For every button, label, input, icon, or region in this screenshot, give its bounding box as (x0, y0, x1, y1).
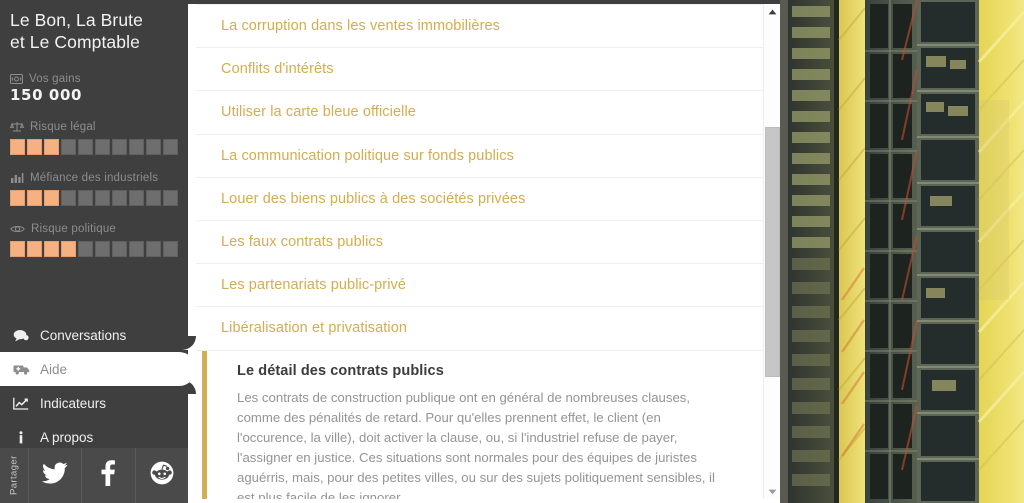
eye-icon (10, 224, 25, 234)
sidebar-item-label: Indicateurs (40, 395, 107, 411)
scroll-down-arrow-icon[interactable] (764, 484, 781, 499)
app-root: Le Bon, La Brute et Le Comptable Vos gai… (0, 0, 1024, 503)
indicator-mefiance-industriels: Méfiance des industriels (0, 172, 188, 206)
indicator-label: Méfiance des industriels (30, 171, 159, 184)
gains-label-row: Vos gains (10, 73, 178, 85)
topic-label: Les partenariats public-privé (221, 277, 407, 294)
scrollbar-thumb[interactable] (765, 127, 780, 377)
indicator-label-row: Risque politique (10, 223, 178, 235)
brand-line-1: Le Bon, La Brute (10, 10, 143, 30)
indicator-label-row: Risque légal (10, 121, 178, 133)
gains-metric: Vos gains 150 000 (0, 73, 188, 104)
reddit-icon (150, 461, 174, 490)
line-chart-icon (12, 397, 30, 410)
sidebar-item-conversations[interactable]: Conversations (0, 318, 188, 352)
bar-chart-icon (10, 172, 24, 184)
content-panel: La corruption dans les ventes immobilièr… (188, 0, 780, 503)
topic-list-item[interactable]: Les partenariats public-privé (196, 264, 763, 308)
share-reddit-button[interactable] (134, 448, 188, 503)
indicator-risque-legal: Risque légal (0, 121, 188, 155)
indicator-label: Risque légal (30, 120, 96, 133)
topic-label: Utiliser la carte bleue officielle (221, 104, 416, 121)
content-scrollbar[interactable] (763, 4, 780, 499)
help-icon (12, 363, 30, 375)
share-twitter-button[interactable] (28, 448, 81, 503)
sidebar-item-aide[interactable]: Aide (0, 352, 196, 386)
topic-label: La corruption dans les ventes immobilièr… (221, 18, 501, 35)
indicator-bars (10, 240, 178, 257)
banknote-icon (10, 73, 23, 84)
detail-title: Le détail des contrats publics (237, 362, 444, 379)
active-tab-notch-top (182, 336, 196, 350)
scroll-up-arrow-icon[interactable] (764, 4, 781, 19)
topic-list-item[interactable]: Louer des biens publics à des sociétés p… (196, 178, 763, 221)
topic-list-item[interactable]: Les faux contrats publics (196, 221, 763, 265)
sidebar-nav: Conversations Aide Indicateurs A propos (0, 318, 196, 454)
scales-icon (10, 121, 24, 133)
topic-label: Conflits d'intérêts (221, 61, 334, 78)
sidebar-item-label: Conversations (40, 327, 127, 343)
indicator-bars (10, 138, 178, 155)
info-icon (12, 430, 30, 444)
topic-label: Libéralisation et privatisation (221, 320, 408, 337)
content-top-strip (188, 0, 780, 4)
topic-list-scroll-area[interactable]: La corruption dans les ventes immobilièr… (196, 4, 763, 499)
share-bar: Partager (0, 448, 188, 503)
indicator-risque-politique: Risque politique (0, 223, 188, 257)
twitter-icon (42, 462, 68, 489)
skyscraper-illustration (780, 0, 1024, 503)
sidebar: Le Bon, La Brute et Le Comptable Vos gai… (0, 0, 196, 503)
topic-list-item[interactable]: Utiliser la carte bleue officielle (196, 91, 763, 135)
sidebar-item-label: Aide (40, 361, 68, 377)
indicator-label-row: Méfiance des industriels (10, 172, 178, 184)
detail-body: Les contrats de construction publique on… (237, 389, 715, 500)
chat-icon (12, 329, 30, 342)
gains-value: 150 000 (10, 85, 83, 104)
topic-list-item[interactable]: La corruption dans les ventes immobilièr… (196, 5, 763, 49)
topic-list-item[interactable]: Conflits d'intérêts (196, 48, 763, 92)
topic-list-item[interactable]: Libéralisation et privatisation (196, 307, 763, 351)
sidebar-item-label: A propos (40, 429, 94, 445)
share-facebook-button[interactable] (81, 448, 134, 503)
topic-list-item[interactable]: La communication politique sur fonds pub… (196, 135, 763, 178)
expanded-topic-detail: Le détail des contrats publics Les contr… (202, 350, 763, 500)
facebook-icon (101, 460, 116, 491)
sidebar-item-indicateurs[interactable]: Indicateurs (0, 386, 188, 420)
topic-label: Les faux contrats publics (221, 234, 384, 251)
brand-line-2: et Le Comptable (10, 32, 140, 53)
brand-title: Le Bon, La Brute et Le Comptable (0, 0, 188, 54)
gains-label: Vos gains (29, 72, 81, 85)
hero-svg (780, 0, 1024, 503)
topic-label: La communication politique sur fonds pub… (221, 147, 514, 164)
share-label: Partager (8, 455, 20, 496)
topic-label: Louer des biens publics à des sociétés p… (221, 190, 526, 207)
indicator-label: Risque politique (31, 222, 117, 235)
indicator-bars (10, 189, 178, 206)
